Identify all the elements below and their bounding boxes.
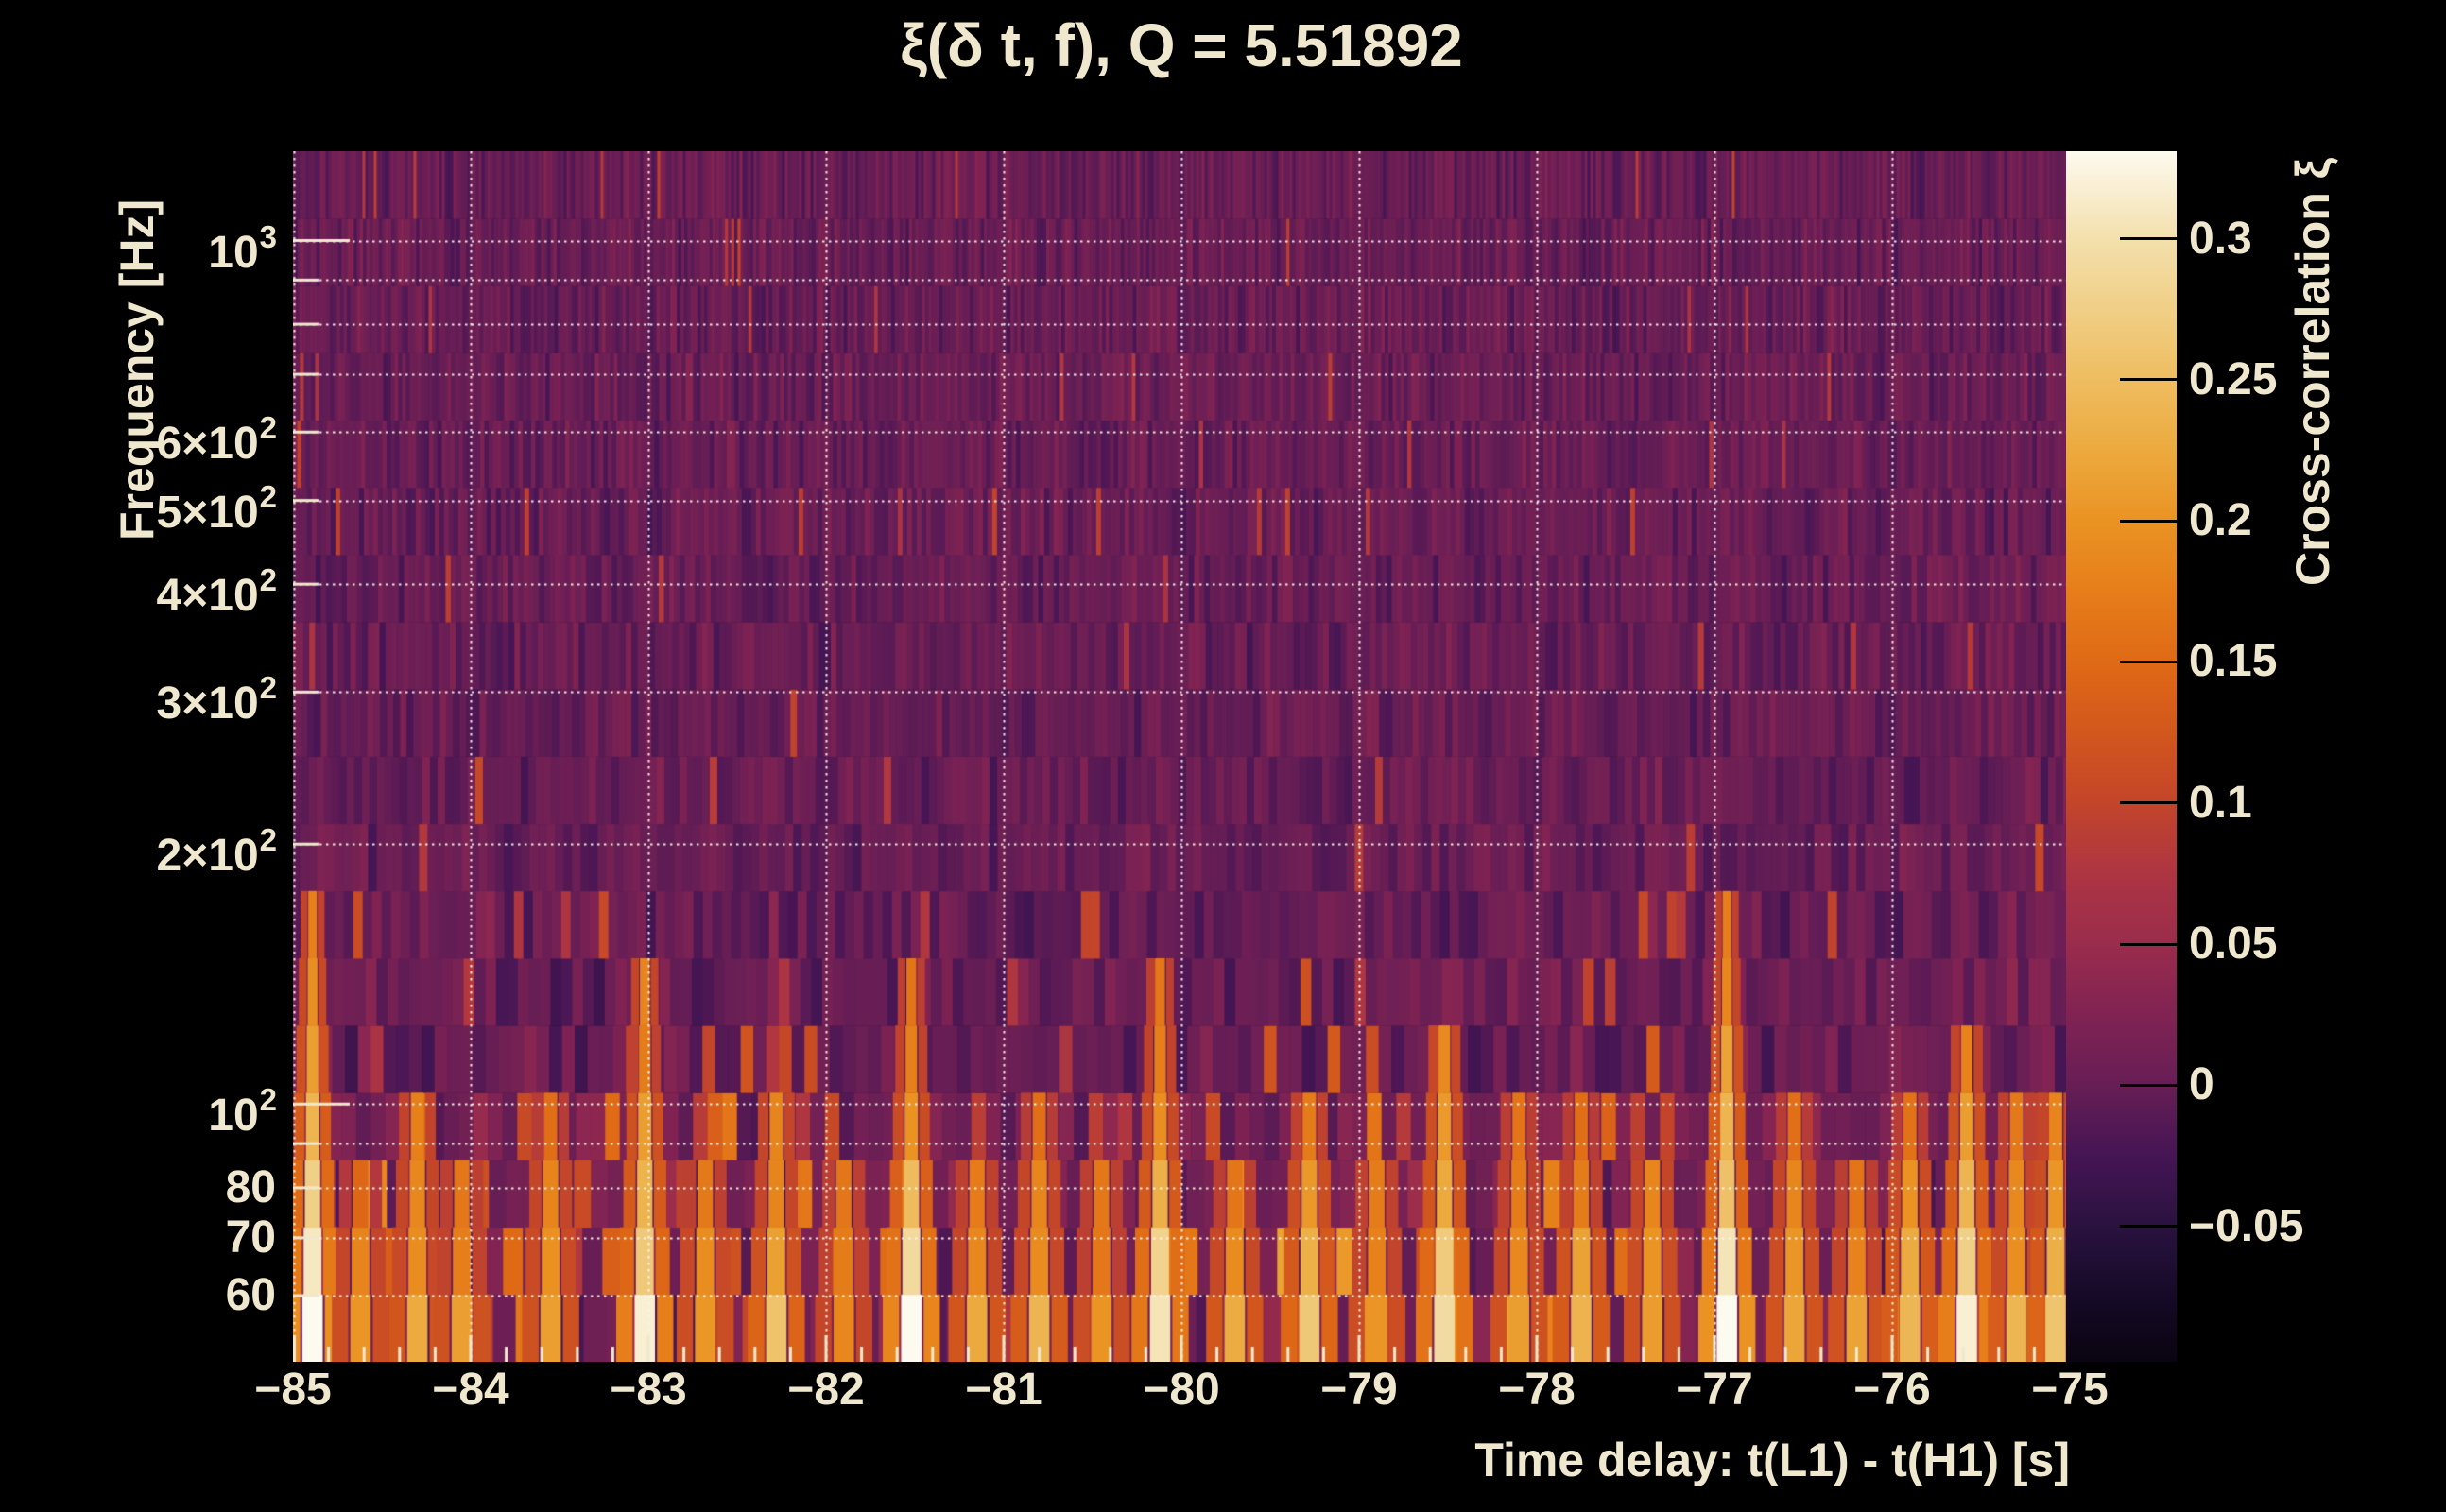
colorbar xyxy=(2066,151,2177,1362)
x-tick-label: −79 xyxy=(1320,1365,1398,1415)
x-tick-label: −83 xyxy=(610,1365,687,1415)
colorbar-tick-label: 0.1 xyxy=(2189,777,2252,828)
colorbar-tick-mark xyxy=(2120,519,2177,523)
x-tick-label: −78 xyxy=(1498,1365,1576,1415)
colorbar-tick-mark xyxy=(2120,237,2177,241)
colorbar-tick-mark xyxy=(2120,1225,2177,1228)
colorbar-tick-mark xyxy=(2120,942,2177,946)
x-axis-title: Time delay: t(L1) - t(H1) [s] xyxy=(1474,1434,2070,1486)
colorbar-tick-label: 0.2 xyxy=(2189,495,2252,546)
y-tick-label: 60 xyxy=(225,1270,276,1321)
colorbar-tick-mark xyxy=(2120,1083,2177,1087)
colorbar-tick-label: 0.3 xyxy=(2189,213,2252,264)
qscan-cross-correlation-plot: ξ(δ t, f), Q = 5.51892 Frequency [Hz] Cr… xyxy=(0,0,2446,1512)
y-tick-label: 4×102 xyxy=(156,562,277,622)
x-tick-label: −81 xyxy=(965,1365,1042,1415)
y-tick-label: 102 xyxy=(208,1082,277,1142)
x-tick-label: −77 xyxy=(1676,1365,1753,1415)
y-tick-label: 6×102 xyxy=(156,410,277,470)
plot-title: ξ(δ t, f), Q = 5.51892 xyxy=(900,11,1463,79)
x-tick-label: −85 xyxy=(254,1365,332,1415)
colorbar-tick-label: 0.05 xyxy=(2189,919,2278,970)
colorbar-tick-mark xyxy=(2120,378,2177,382)
y-tick-label: 3×102 xyxy=(156,670,277,730)
x-tick-label: −76 xyxy=(1853,1365,1931,1415)
y-tick-label: 70 xyxy=(225,1211,276,1263)
colorbar-tick-label: 0.25 xyxy=(2189,353,2278,404)
colorbar-tick-label: 0 xyxy=(2189,1059,2214,1110)
x-tick-label: −82 xyxy=(787,1365,865,1415)
y-tick-label: 5×102 xyxy=(156,478,277,538)
y-tick-label: 80 xyxy=(225,1161,276,1212)
heatmap-canvas xyxy=(293,151,2070,1362)
y-tick-label: 2×102 xyxy=(156,822,277,882)
y-tick-label: 103 xyxy=(208,218,277,278)
x-tick-label: −80 xyxy=(1143,1365,1220,1415)
colorbar-tick-label: −0.05 xyxy=(2189,1200,2304,1251)
colorbar-tick-mark xyxy=(2120,660,2177,663)
colorbar-tick-label: 0.15 xyxy=(2189,636,2278,687)
colorbar-tick-mark xyxy=(2120,801,2177,805)
x-tick-label: −84 xyxy=(432,1365,509,1415)
x-tick-label: −75 xyxy=(2031,1365,2109,1415)
